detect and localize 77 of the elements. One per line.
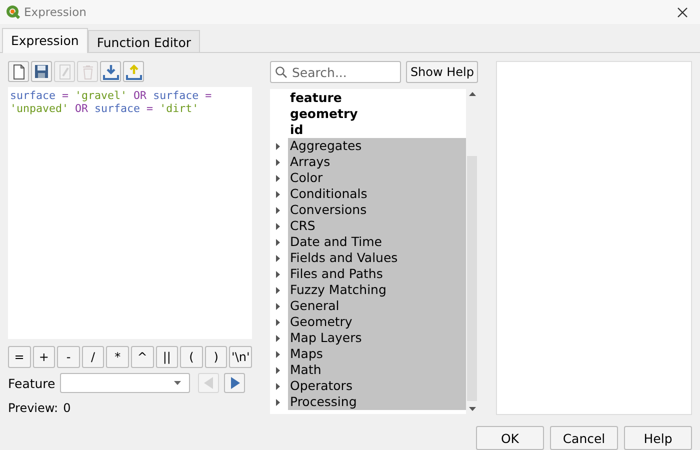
operator-button[interactable]: ^ (130, 346, 154, 368)
tree-item[interactable]: Aggregates (288, 138, 466, 154)
tree-item[interactable]: CRS (288, 218, 466, 234)
scroll-up-arrow-icon[interactable] (468, 92, 476, 96)
tree-item[interactable]: Arrays (288, 154, 466, 170)
new-button[interactable] (8, 61, 29, 82)
tree-item[interactable]: feature (288, 90, 466, 106)
collapsed-arrow-icon[interactable] (276, 334, 281, 342)
tree-item[interactable]: Operators (288, 378, 466, 394)
tab[interactable]: Expression (2, 28, 88, 53)
collapsed-arrow-icon[interactable] (276, 286, 281, 294)
operator-button[interactable]: * (106, 346, 129, 368)
trash-icon (80, 64, 94, 80)
preview-label: Preview: (8, 401, 58, 415)
collapsed-arrow-icon[interactable] (276, 318, 281, 326)
export-button[interactable] (123, 61, 144, 82)
collapsed-arrow-icon[interactable] (276, 270, 281, 278)
tree-item[interactable]: geometry (288, 106, 466, 122)
collapsed-arrow-icon[interactable] (276, 142, 281, 150)
dropdown-arrow-icon (174, 381, 182, 385)
upload-arrow-icon (126, 64, 142, 80)
window-title: Expression (24, 5, 86, 19)
collapsed-arrow-icon[interactable] (276, 222, 281, 230)
tree-item[interactable]: Map Layers (288, 330, 466, 346)
tree-item[interactable]: Math (288, 362, 466, 378)
preview-value: 0 (63, 401, 71, 415)
tab[interactable]: Function Editor (88, 30, 200, 52)
page-pencil-icon (58, 64, 72, 80)
app-logo-icon (6, 5, 20, 19)
feature-label: Feature (8, 376, 56, 390)
operator-button[interactable]: / (82, 346, 104, 368)
blank-page-icon (12, 64, 26, 80)
tree-item[interactable]: Conditionals (288, 186, 466, 202)
collapsed-arrow-icon[interactable] (276, 382, 281, 390)
collapsed-arrow-icon[interactable] (276, 254, 281, 262)
dialog-button[interactable]: OK (476, 426, 544, 450)
collapsed-arrow-icon[interactable] (276, 158, 281, 166)
right-arrow-icon (230, 377, 240, 389)
collapsed-arrow-icon[interactable] (276, 398, 281, 406)
operator-button[interactable]: + (32, 346, 56, 368)
tree-item[interactable]: Color (288, 170, 466, 186)
tree-item[interactable]: Geometry (288, 314, 466, 330)
collapsed-arrow-icon[interactable] (276, 366, 281, 374)
tree-item[interactable]: Date and Time (288, 234, 466, 250)
collapsed-arrow-icon[interactable] (276, 302, 281, 310)
dialog-button[interactable]: Help (624, 426, 692, 450)
expression-editor[interactable]: surface = 'gravel' OR surface = 'unpaved' OR surface = 'dirt' (8, 87, 252, 339)
tree-item[interactable]: Conversions (288, 202, 466, 218)
next-button[interactable] (224, 373, 246, 393)
close-icon[interactable] (677, 6, 688, 18)
tree-item[interactable]: Maps (288, 346, 466, 362)
scroll-down-arrow-icon[interactable] (468, 407, 476, 411)
tree-item[interactable]: Fields and Values (288, 250, 466, 266)
tree-item[interactable]: id (288, 122, 466, 138)
operator-button[interactable]: || (156, 346, 178, 368)
dialog-button[interactable]: Cancel (550, 426, 618, 450)
search-icon (275, 66, 287, 78)
save-button[interactable] (31, 61, 52, 82)
tree-item[interactable]: Files and Paths (288, 266, 466, 282)
collapsed-arrow-icon[interactable] (276, 190, 281, 198)
operator-button[interactable]: = (8, 346, 31, 368)
operator-button[interactable]: ( (180, 346, 203, 368)
operator-button[interactable]: - (57, 346, 80, 368)
download-arrow-icon (102, 64, 118, 80)
import-button[interactable] (100, 61, 121, 82)
collapsed-arrow-icon[interactable] (276, 238, 281, 246)
collapsed-arrow-icon[interactable] (276, 174, 281, 182)
operator-button[interactable]: '\n' (229, 346, 252, 368)
tree-item[interactable]: Fuzzy Matching (288, 282, 466, 298)
operator-button[interactable]: ) (204, 346, 228, 368)
search-field[interactable]: Search... (270, 61, 402, 83)
tree-item[interactable]: Processing (288, 394, 466, 410)
collapsed-arrow-icon[interactable] (276, 350, 281, 358)
tree-item[interactable]: General (288, 298, 466, 314)
collapsed-arrow-icon[interactable] (276, 206, 281, 214)
show-help-button[interactable]: Show Help (406, 61, 478, 83)
left-arrow-icon (204, 377, 214, 389)
